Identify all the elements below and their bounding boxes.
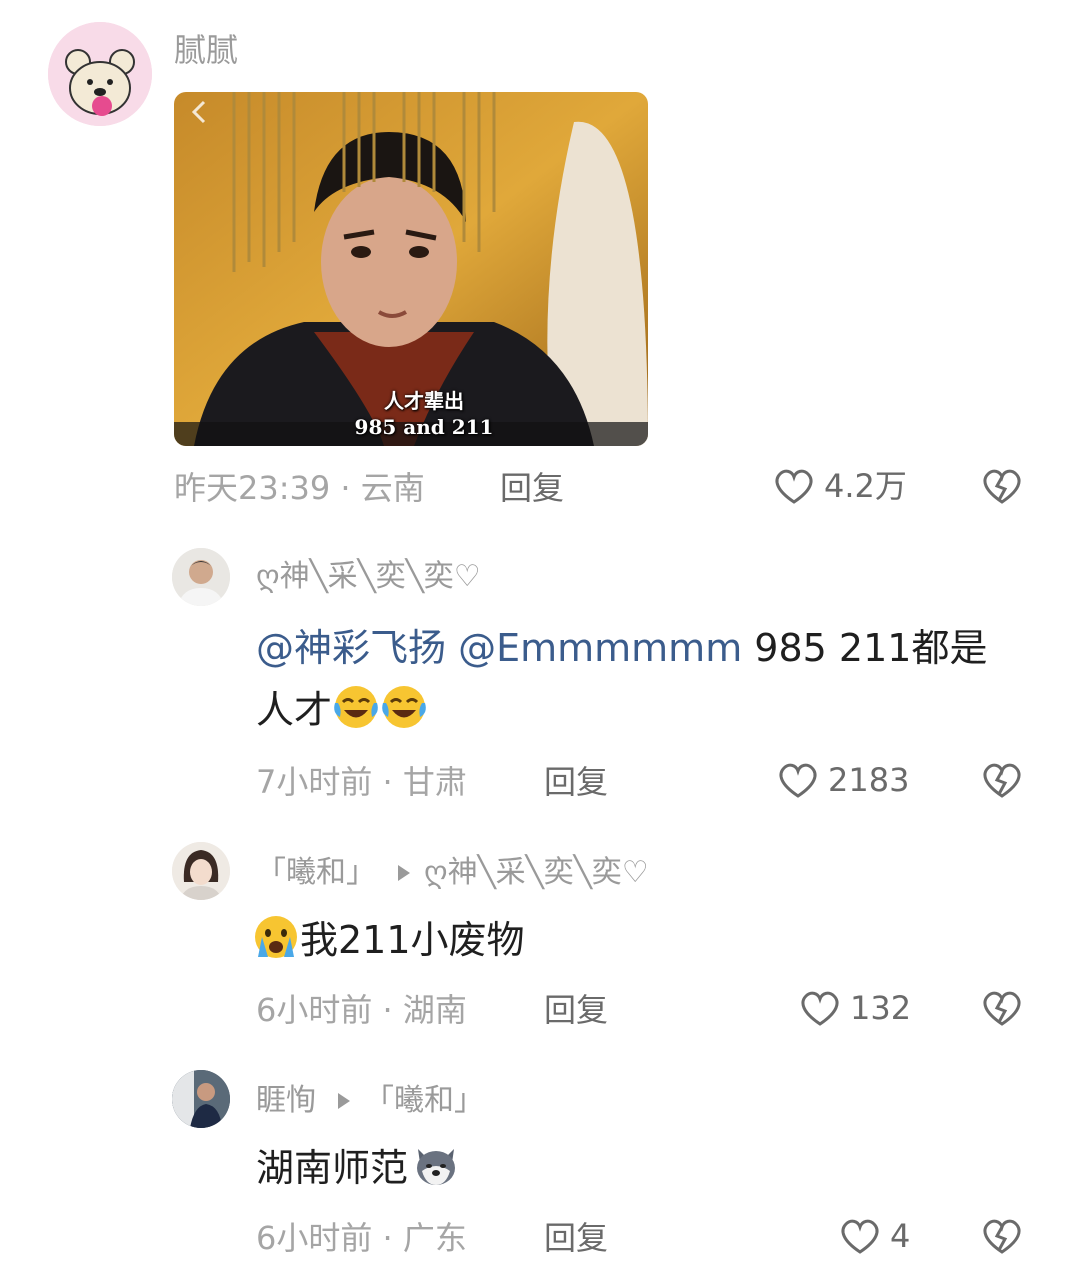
like-button[interactable]: 4 bbox=[838, 1216, 910, 1256]
image-caption: 人才辈出 985 and 211 bbox=[324, 388, 524, 440]
laugh-cry-emoji-icon bbox=[334, 686, 378, 728]
mention-link-2[interactable]: @Emmmmmm bbox=[458, 626, 742, 670]
timestamp: 昨天23:39 bbox=[174, 469, 331, 507]
mention-link-1[interactable]: @神彩飞扬 bbox=[256, 626, 446, 670]
reply-1-text-line-2: 人才 bbox=[256, 682, 428, 738]
reply-1-text-rest: 985 211都是 bbox=[742, 626, 988, 670]
dislike-button[interactable] bbox=[980, 1216, 1024, 1260]
bear-avatar-icon bbox=[48, 22, 152, 126]
heart-icon bbox=[775, 469, 813, 504]
avatar-reply-2[interactable] bbox=[172, 842, 230, 900]
laugh-cry-emoji-icon bbox=[382, 686, 426, 728]
broken-heart-icon bbox=[983, 991, 1021, 1026]
reply-3-text-content: 湖南师范 bbox=[256, 1146, 409, 1190]
username-top-comment[interactable]: 腻腻 bbox=[174, 34, 238, 66]
reply-arrow-icon bbox=[338, 1092, 350, 1109]
reply-to-username[interactable]: 「曦和」 bbox=[364, 1083, 484, 1118]
location: 广东 bbox=[402, 1219, 467, 1257]
timestamp: 6小时前 bbox=[256, 991, 373, 1029]
reply-3-text: 湖南师范 bbox=[256, 1140, 464, 1196]
timestamp: 7小时前 bbox=[256, 763, 373, 801]
heart-icon bbox=[779, 763, 817, 798]
caption-line-2: 985 and 211 bbox=[354, 415, 494, 439]
reply-to-username[interactable]: ღ神╲采╲奕╲奕♡ bbox=[424, 855, 649, 890]
avatar-reply-3[interactable] bbox=[172, 1070, 230, 1128]
avatar-top-comment[interactable] bbox=[48, 22, 152, 126]
location: 甘肃 bbox=[402, 763, 467, 801]
comment-image[interactable]: 人才辈出 985 and 211 bbox=[174, 92, 648, 446]
username-reply-3[interactable]: 睚恂 bbox=[256, 1083, 316, 1118]
avatar-reply-1[interactable] bbox=[172, 548, 230, 606]
comment-meta-reply-1: 7小时前 · 甘肃 bbox=[256, 766, 467, 798]
reply-arrow-icon bbox=[398, 864, 410, 881]
photo-avatar-icon bbox=[172, 1070, 230, 1128]
reply-3-header: 睚恂 「曦和」 bbox=[256, 1086, 484, 1116]
like-count: 2183 bbox=[828, 761, 910, 799]
reply-button[interactable]: 回复 bbox=[544, 1222, 608, 1254]
reply-1-text: @神彩飞扬 @Emmmmmm 985 211都是 bbox=[256, 620, 987, 676]
timestamp: 6小时前 bbox=[256, 1219, 373, 1257]
broken-heart-icon bbox=[983, 469, 1021, 504]
broken-heart-icon bbox=[983, 763, 1021, 798]
reply-1-text-line-2-content: 人才 bbox=[256, 688, 333, 732]
reply-button[interactable]: 回复 bbox=[500, 472, 564, 504]
reply-button[interactable]: 回复 bbox=[544, 766, 608, 798]
meta-separator: · bbox=[330, 469, 361, 507]
location: 云南 bbox=[360, 469, 425, 507]
like-count: 4 bbox=[890, 1217, 911, 1255]
comment-meta-top: 昨天23:39 · 云南 bbox=[174, 472, 425, 504]
dislike-button[interactable] bbox=[980, 988, 1024, 1032]
like-button[interactable]: 132 bbox=[798, 988, 911, 1028]
heart-icon bbox=[841, 1219, 879, 1254]
reply-2-text: 我211小废物 bbox=[252, 912, 525, 968]
broken-heart-icon bbox=[983, 1219, 1021, 1254]
user-photo-avatar-icon bbox=[172, 548, 230, 606]
meta-separator: · bbox=[372, 991, 403, 1029]
reply-2-text-content: 我211小废物 bbox=[300, 918, 525, 962]
comment-meta-reply-3: 6小时前 · 广东 bbox=[256, 1222, 467, 1254]
comment-meta-reply-2: 6小时前 · 湖南 bbox=[256, 994, 467, 1026]
meta-separator: · bbox=[372, 763, 403, 801]
like-count: 132 bbox=[850, 989, 912, 1027]
dislike-button[interactable] bbox=[980, 466, 1024, 510]
meta-separator: · bbox=[372, 1219, 403, 1257]
caption-line-1: 人才辈出 bbox=[384, 389, 464, 413]
heart-icon bbox=[801, 991, 839, 1026]
username-reply-1[interactable]: ღ神╲采╲奕╲奕♡ bbox=[256, 562, 481, 592]
like-count: 4.2万 bbox=[824, 467, 907, 505]
crying-emoji-icon bbox=[255, 916, 297, 958]
girl-photo-avatar-icon bbox=[172, 842, 230, 900]
like-button[interactable]: 2183 bbox=[776, 760, 909, 800]
reply-button[interactable]: 回复 bbox=[544, 994, 608, 1026]
dislike-button[interactable] bbox=[980, 760, 1024, 804]
location: 湖南 bbox=[402, 991, 467, 1029]
reply-2-header: 「曦和」 ღ神╲采╲奕╲奕♡ bbox=[256, 858, 649, 888]
username-reply-2[interactable]: 「曦和」 bbox=[256, 855, 376, 890]
like-button[interactable]: 4.2万 bbox=[772, 466, 907, 506]
husky-dog-emoji-icon bbox=[417, 1149, 456, 1185]
